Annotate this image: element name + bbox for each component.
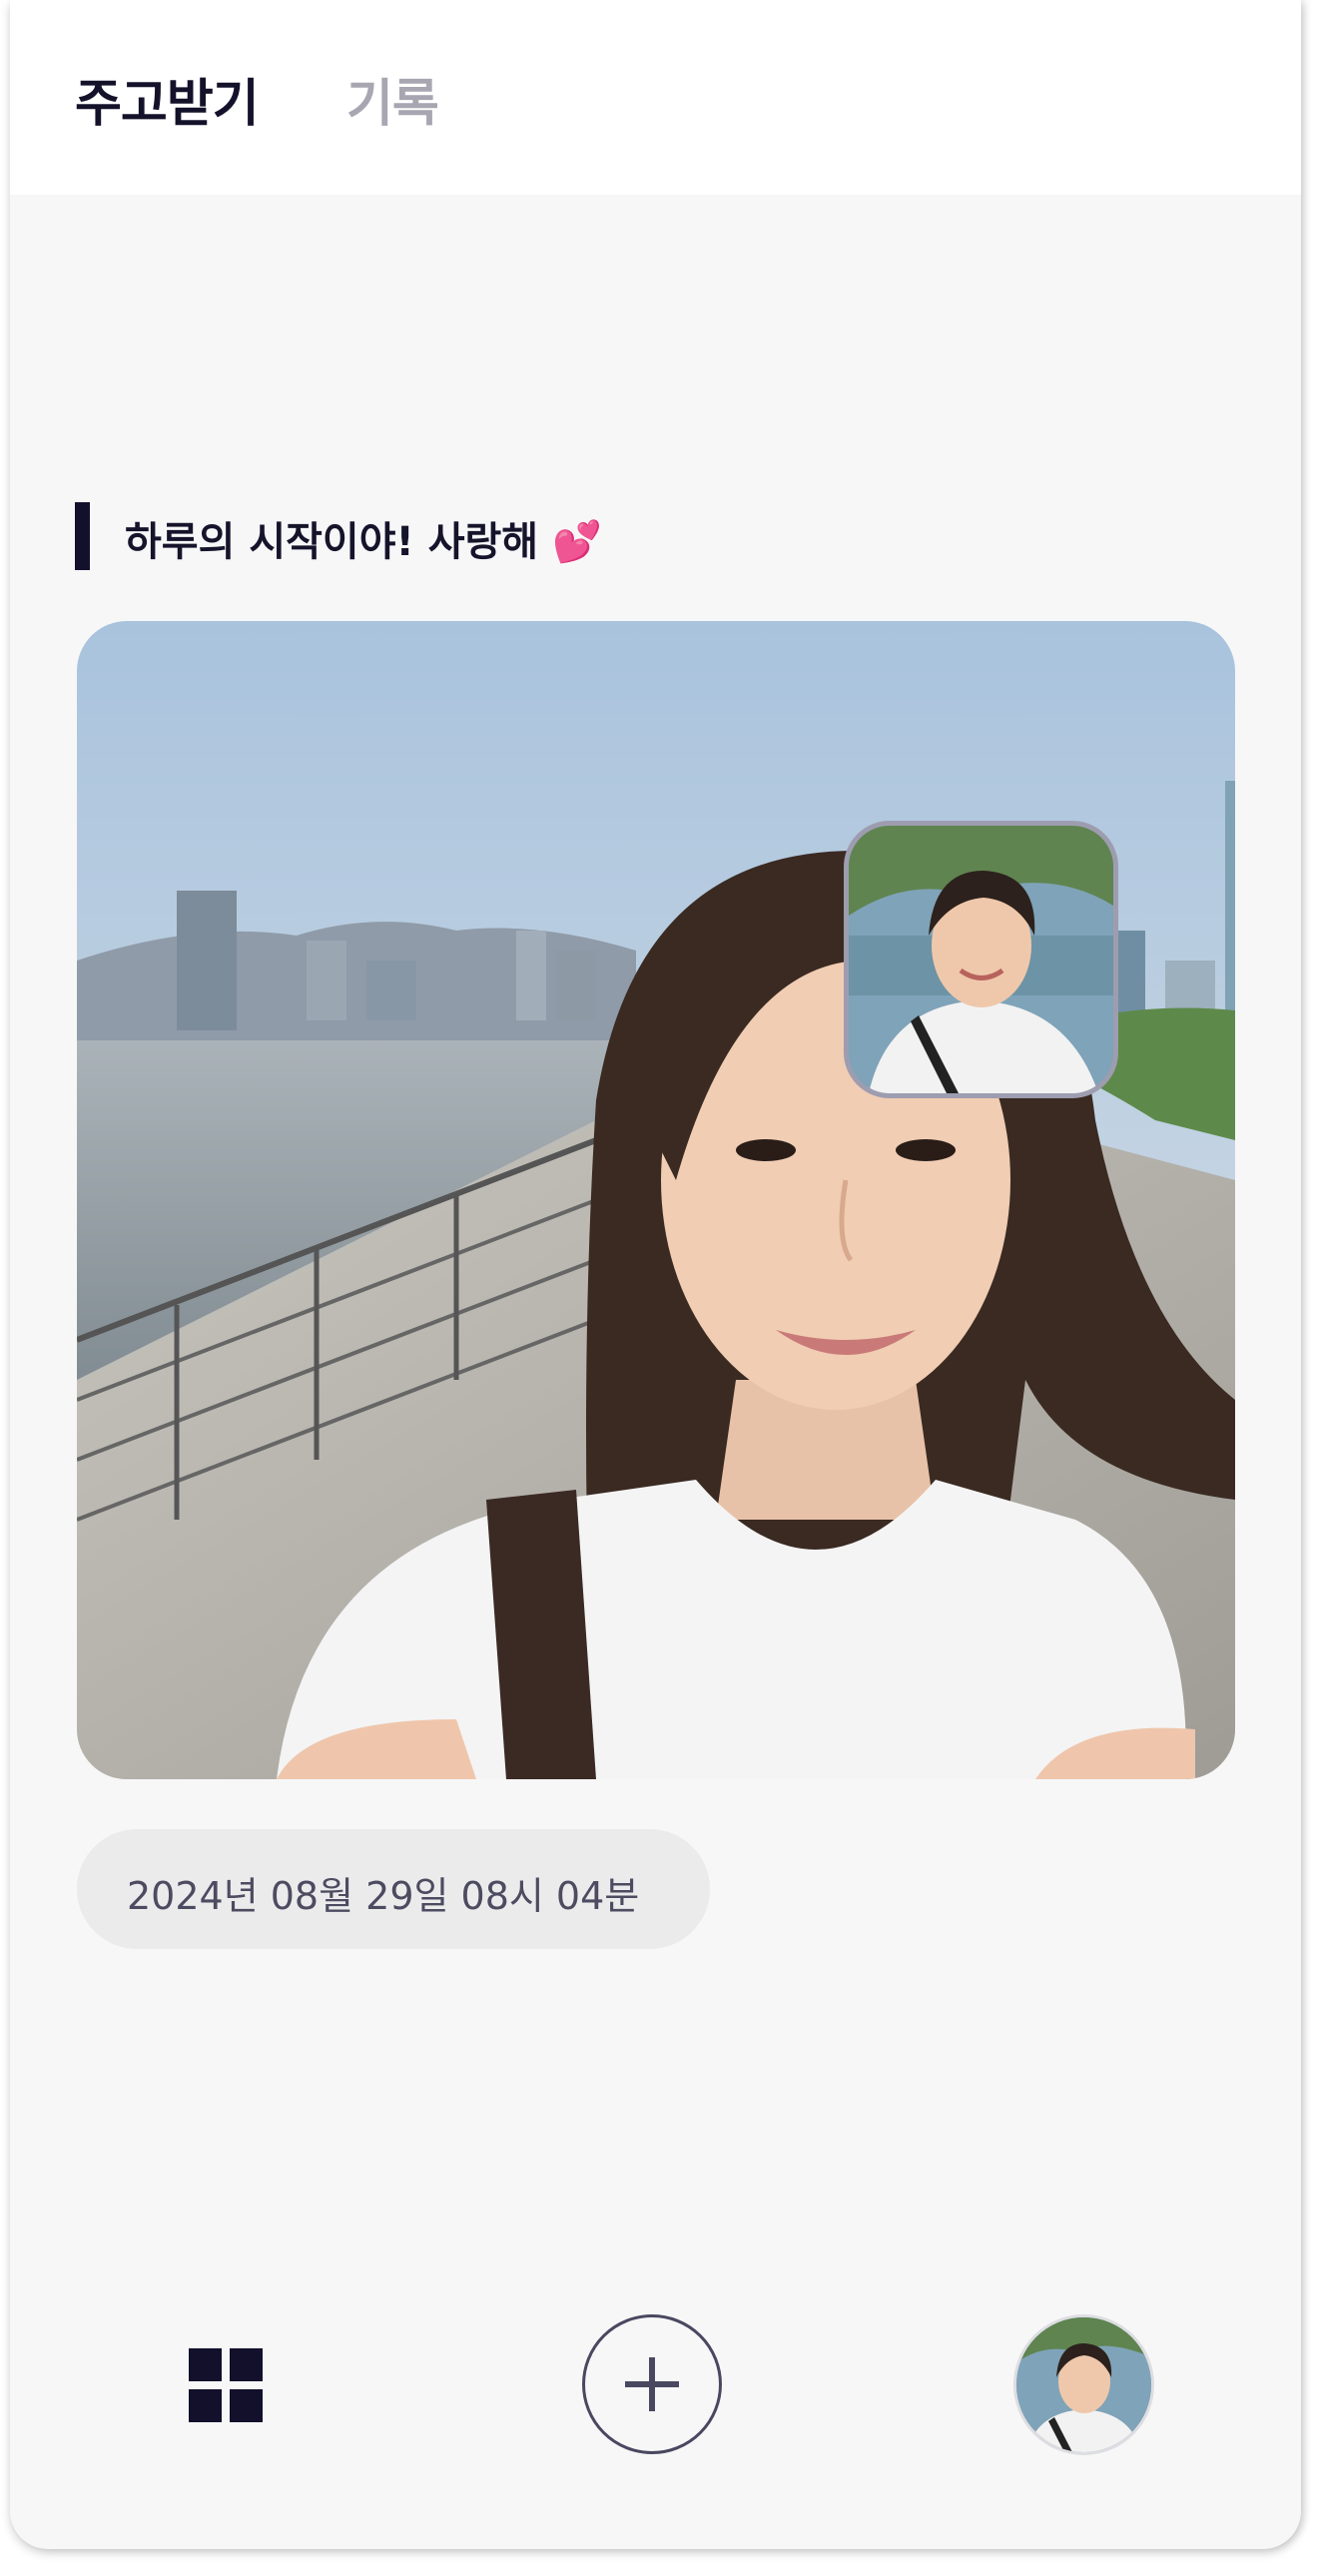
timestamp-pill: 2024년 08월 29일 08시 04분	[77, 1829, 710, 1949]
grid-cell	[230, 2348, 263, 2381]
tab-exchange[interactable]: 주고받기	[75, 62, 260, 136]
profile-avatar[interactable]	[1013, 2314, 1154, 2455]
timestamp-text: 2024년 08월 29일 08시 04분	[127, 1874, 640, 1918]
app-frame: 주고받기 기록 하루의 시작이야! 사랑해 💕 2024년 08월 29일 08…	[10, 0, 1301, 2549]
grid-cell	[189, 2348, 222, 2381]
plus-icon	[625, 2357, 679, 2411]
tab-history[interactable]: 기록	[346, 62, 439, 136]
post-message: 하루의 시작이야! 사랑해 💕	[125, 519, 602, 565]
top-header: 주고받기 기록	[10, 0, 1301, 195]
grid-cell	[230, 2389, 263, 2422]
selfie-illustration	[77, 621, 1235, 1779]
self-view-thumbnail[interactable]	[844, 821, 1118, 1098]
main-photo[interactable]	[77, 621, 1235, 1779]
title-accent-bar	[75, 502, 90, 570]
grid-icon[interactable]	[189, 2348, 263, 2422]
avatar-illustration	[1016, 2317, 1151, 2452]
add-button[interactable]	[582, 2314, 722, 2454]
grid-cell	[189, 2389, 222, 2422]
selfie-thumbnail-illustration	[849, 826, 1113, 1093]
